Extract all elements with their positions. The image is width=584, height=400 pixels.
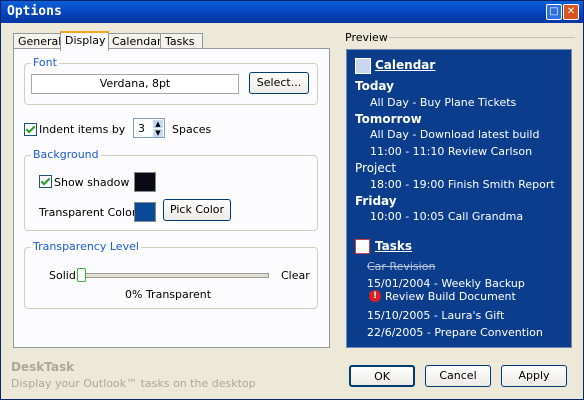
priority-icon: ! — [369, 290, 381, 302]
preview-calendar-title: Calendar — [375, 58, 436, 72]
slider-track — [77, 273, 269, 278]
preview-label: Preview — [345, 31, 388, 44]
preview-task-4: 15/10/2005 - Laura's Gift — [367, 309, 505, 322]
preview-day-tomorrow: Tomorrow — [355, 112, 422, 126]
slider-thumb[interactable] — [77, 268, 86, 282]
background-group: Background Show shadow : Transparent Col… — [24, 148, 318, 231]
close-icon[interactable]: ✕ — [563, 4, 579, 20]
font-value-field: Verdana, 8pt — [31, 74, 239, 94]
transparency-solid-label: Solid — [49, 269, 76, 282]
preview-day-today: Today — [355, 79, 394, 93]
preview-tomorrow-item-1: All Day - Download latest build — [370, 128, 540, 141]
preview-task-1: Car Revision — [367, 260, 436, 273]
indent-checkbox[interactable] — [24, 123, 37, 136]
tab-display[interactable]: Display — [60, 31, 109, 51]
spin-up-icon[interactable]: ▲ — [153, 120, 163, 128]
show-shadow-label: Show shadow : — [54, 176, 137, 189]
font-group: Font Verdana, 8pt Select... — [24, 56, 318, 105]
calendar-icon — [355, 58, 371, 74]
title-bar[interactable]: Options □ ✕ — [1, 1, 583, 23]
preview-today-item-1: All Day - Buy Plane Tickets — [370, 96, 517, 109]
indent-label: Indent items by — [39, 123, 126, 136]
ok-button[interactable]: OK — [349, 365, 415, 387]
preview-task-2: 15/01/2004 - Weekly Backup — [367, 277, 525, 290]
indent-unit-label: Spaces — [172, 123, 212, 136]
preview-tomorrow-item-2: 11:00 - 11:10 Review Carlson — [370, 145, 533, 158]
app-tagline: Display your Outlook™ tasks on the deskt… — [11, 377, 256, 390]
transparent-color-swatch[interactable] — [134, 202, 156, 222]
preview-day-project: Project — [355, 161, 397, 175]
tasks-icon — [355, 239, 370, 254]
cancel-button[interactable]: Cancel — [425, 365, 491, 387]
show-shadow-checkbox[interactable] — [39, 175, 52, 188]
spin-down-icon[interactable]: ▼ — [153, 129, 163, 137]
transparency-status: 0% Transparent — [125, 288, 212, 301]
preview-tasks-title: Tasks — [375, 239, 413, 253]
preview-divider — [389, 37, 575, 38]
preview-task-5: 22/6/2005 - Prepare Convention — [367, 326, 543, 339]
preview-day-friday: Friday — [355, 194, 397, 208]
transparency-clear-label: Clear — [281, 269, 310, 282]
window-title: Options — [7, 4, 62, 19]
transparency-group-title: Transparency Level — [31, 240, 141, 253]
display-panel: Font Verdana, 8pt Select... Indent items… — [13, 48, 330, 348]
preview-project-item-1: 18:00 - 19:00 Finish Smith Report — [370, 178, 555, 191]
transparency-group: Transparency Level Solid Clear 0% Transp… — [24, 240, 318, 309]
background-group-title: Background — [31, 148, 101, 161]
indent-value: 3 — [138, 122, 145, 135]
transparent-color-label: Transparent Color: — [39, 206, 140, 219]
options-window: Options □ ✕ General Display Calendar Tas… — [0, 0, 584, 400]
pick-color-button[interactable]: Pick Color — [163, 199, 231, 221]
preview-pane: Calendar Today All Day - Buy Plane Ticke… — [346, 49, 572, 348]
apply-button[interactable]: Apply — [501, 365, 567, 387]
restore-icon[interactable]: □ — [546, 4, 562, 20]
preview-friday-item-1: 10:00 - 10:05 Call Grandma — [370, 210, 524, 223]
app-name: DeskTask — [11, 360, 75, 374]
font-select-button[interactable]: Select... — [249, 72, 309, 94]
transparency-slider[interactable] — [77, 268, 269, 282]
preview-task-3: Review Build Document — [385, 290, 516, 303]
indent-spinner[interactable]: 3 ▲ ▼ — [133, 118, 165, 138]
font-group-title: Font — [31, 56, 59, 69]
shadow-color-swatch[interactable] — [134, 172, 156, 192]
